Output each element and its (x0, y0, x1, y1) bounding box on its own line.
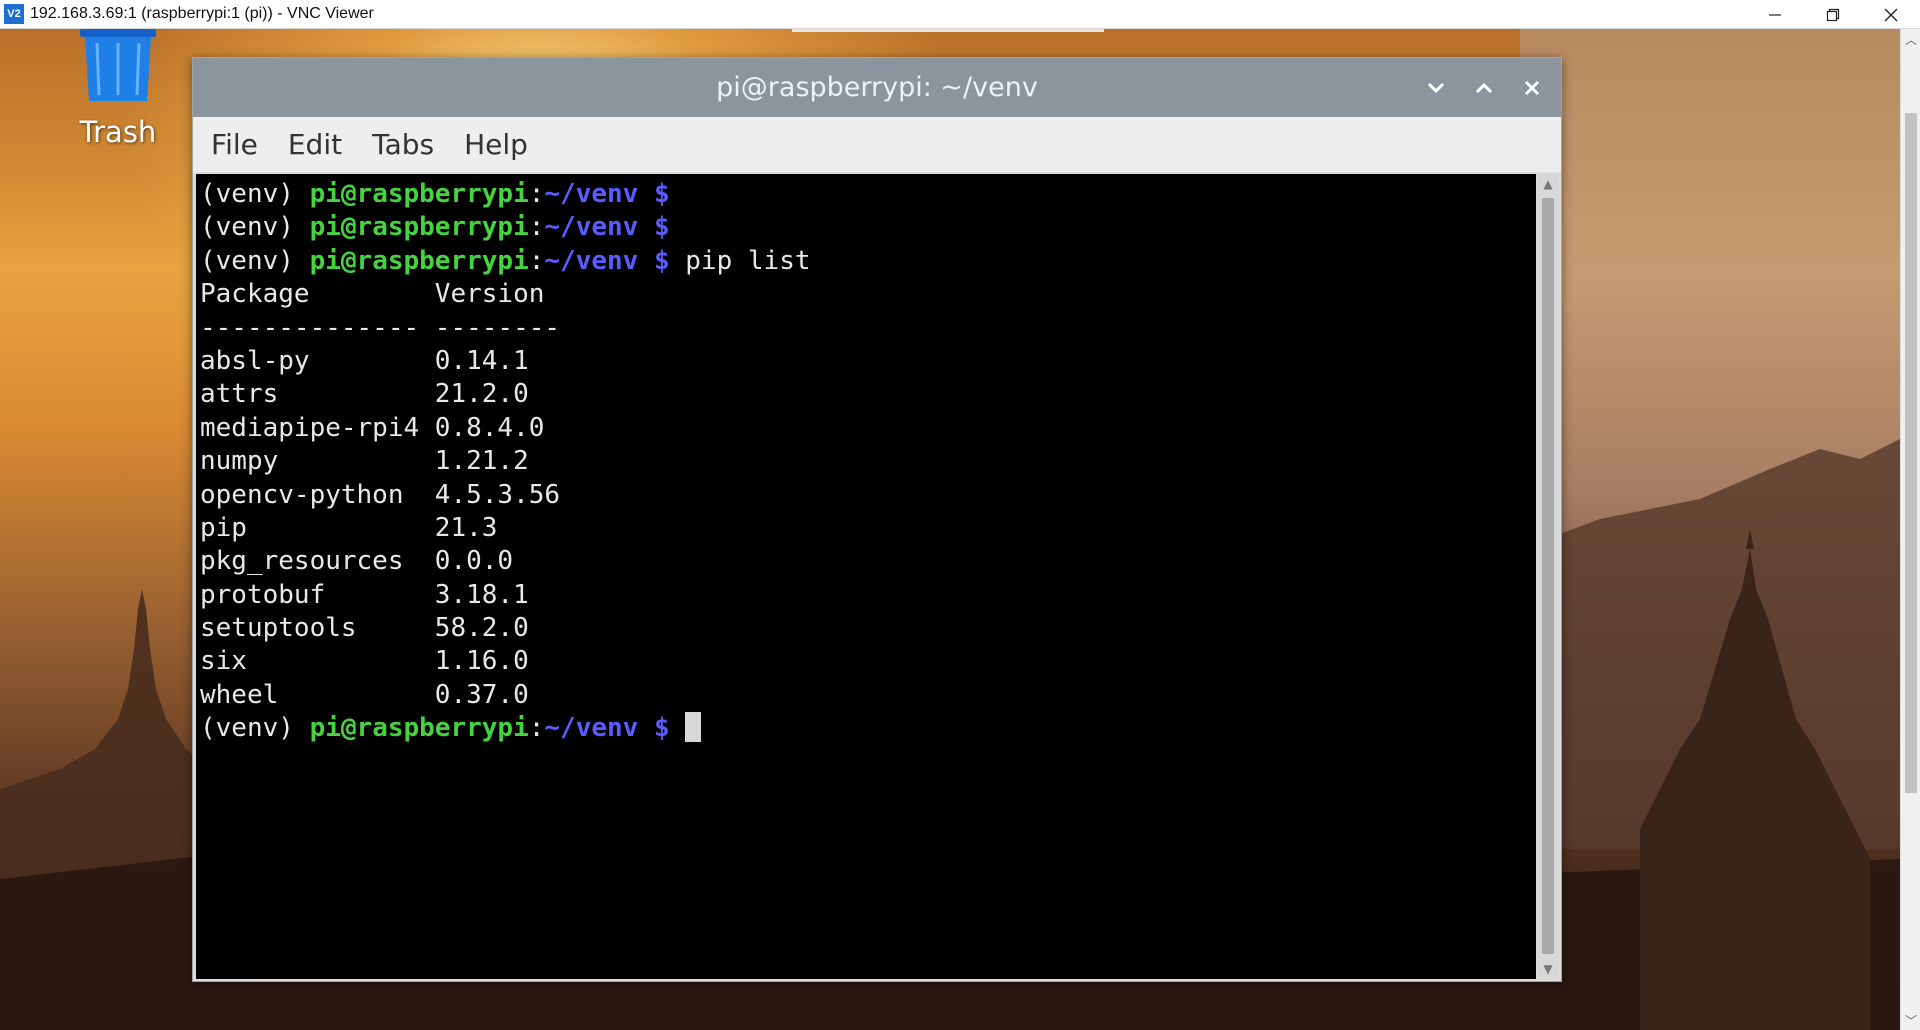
terminal-scrollbar-thumb[interactable] (1542, 198, 1554, 954)
menu-file[interactable]: File (211, 128, 258, 161)
prompt-path: ~/venv (544, 212, 639, 243)
prompt-colon: : (528, 179, 545, 209)
command-text: pip list (669, 245, 811, 276)
prompt-path: ~/venv (544, 179, 639, 209)
prompt-line: (venv) pi@raspberrypi:~/venv $ pip list (200, 245, 1536, 278)
prompt-colon: : (528, 212, 545, 243)
menu-edit[interactable]: Edit (288, 128, 342, 161)
package-row: pkg_resources 0.0.0 (200, 546, 514, 577)
package-row: opencv-python 4.5.3.56 (200, 479, 561, 510)
trash-desktop-icon[interactable]: Trash (68, 29, 168, 149)
prompt-line: (venv) pi@raspberrypi:~/venv $ (200, 211, 1536, 244)
vnc-toolbar-handle[interactable] (792, 29, 1104, 32)
venv-indicator: (venv) (200, 713, 310, 744)
terminal-scrollbar[interactable]: ▲ ▼ (1537, 174, 1559, 979)
vnc-titlebar: V2 192.168.3.69:1 (raspberrypi:1 (pi)) -… (0, 0, 1920, 29)
scrollbar-thumb[interactable] (1905, 113, 1917, 793)
prompt-dollar: $ (638, 713, 670, 744)
terminal-titlebar[interactable]: pi@raspberrypi: ~/venv (193, 58, 1561, 117)
package-row: attrs 21.2.0 (200, 379, 529, 410)
prompt-line: (venv) pi@raspberrypi:~/venv $ (200, 178, 1536, 211)
menu-help[interactable]: Help (464, 128, 528, 161)
package-row: pip 21.3 (200, 512, 498, 543)
package-row: absl-py 0.14.1 (200, 345, 529, 376)
viewer-vertical-scrollbar[interactable]: ︿ ﹀ (1900, 29, 1920, 1030)
prompt-dollar: $ (638, 212, 670, 243)
prompt-user-host: pi@raspberrypi (309, 245, 529, 276)
scroll-down-icon[interactable]: ﹀ (1901, 1010, 1920, 1030)
package-row: wheel 0.37.0 (200, 679, 529, 710)
package-row: protobuf 3.18.1 (200, 579, 529, 610)
prompt-colon: : (528, 245, 545, 276)
prompt-colon: : (528, 713, 545, 744)
prompt-dollar: $ (638, 245, 670, 276)
terminal-window: pi@raspberrypi: ~/venv File Edit Tabs He… (192, 57, 1562, 982)
package-row: mediapipe-rpi4 0.8.4.0 (200, 412, 545, 443)
terminal-title: pi@raspberrypi: ~/venv (716, 72, 1038, 103)
terminal-menubar: File Edit Tabs Help (193, 117, 1561, 172)
trash-label: Trash (79, 115, 157, 149)
chevron-up-icon[interactable] (1473, 77, 1495, 99)
scroll-down-icon[interactable]: ▼ (1537, 959, 1559, 979)
close-icon[interactable] (1862, 0, 1920, 29)
active-prompt-line[interactable]: (venv) pi@raspberrypi:~/venv $ (200, 712, 1536, 745)
prompt-dollar: $ (638, 179, 670, 209)
pip-list-separator: -------------- -------- (200, 312, 561, 343)
vnc-window-title: 192.168.3.69:1 (raspberrypi:1 (pi)) - VN… (30, 5, 374, 22)
package-row: six 1.16.0 (200, 646, 529, 677)
text-cursor (685, 712, 702, 743)
prompt-user-host: pi@raspberrypi (309, 713, 529, 744)
venv-indicator: (venv) (200, 212, 310, 243)
prompt-path: ~/venv (544, 713, 639, 744)
prompt-user-host: pi@raspberrypi (309, 212, 529, 243)
menu-tabs[interactable]: Tabs (372, 128, 434, 161)
minimize-icon[interactable] (1746, 0, 1804, 29)
vnc-logo-icon: V2 (4, 4, 24, 24)
window-controls (1746, 0, 1920, 29)
venv-indicator: (venv) (200, 245, 310, 276)
package-row: numpy 1.21.2 (200, 446, 529, 477)
scroll-up-icon[interactable]: ▲ (1537, 174, 1559, 194)
prompt-user-host: pi@raspberrypi (309, 179, 529, 209)
venv-indicator: (venv) (200, 179, 310, 209)
restore-icon[interactable] (1804, 0, 1862, 29)
close-icon[interactable] (1521, 77, 1543, 99)
trash-icon (77, 29, 159, 103)
prompt-path: ~/venv (544, 245, 639, 276)
pip-list-header: Package Version (200, 279, 545, 310)
chevron-down-icon[interactable] (1425, 77, 1447, 99)
terminal-output[interactable]: (venv) pi@raspberrypi:~/venv $ (venv) pi… (196, 174, 1536, 979)
scroll-up-icon[interactable]: ︿ (1901, 29, 1920, 49)
package-row: setuptools 58.2.0 (200, 613, 529, 644)
terminal-window-controls (1425, 58, 1543, 117)
